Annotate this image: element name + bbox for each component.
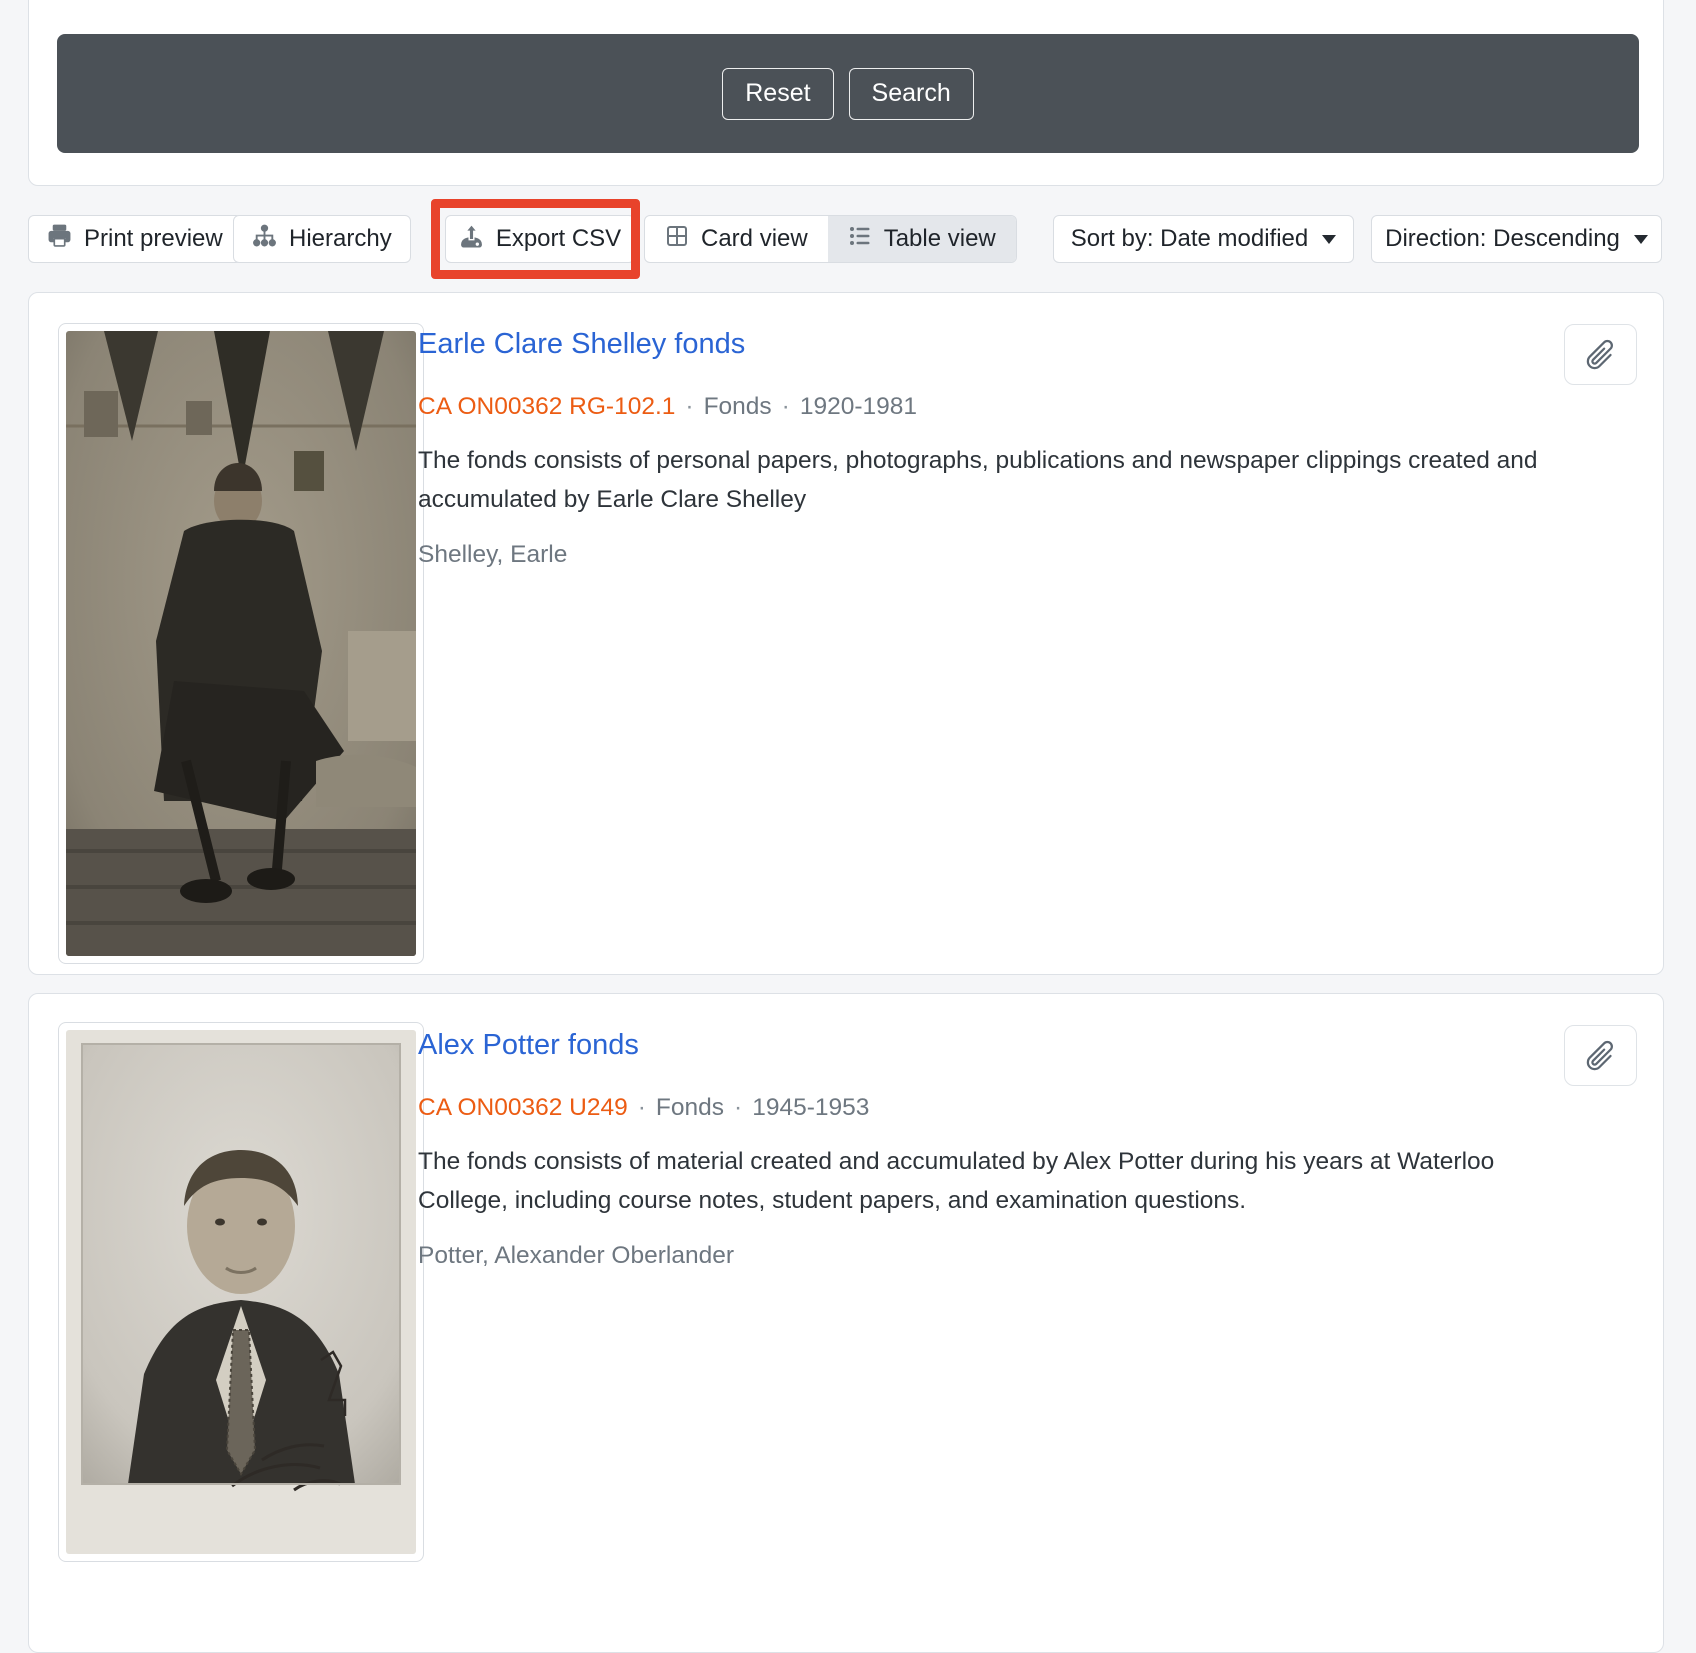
meta-separator: · [781,393,790,420]
result-meta-line: CA ON00362 U249 · Fonds · 1945-1953 [418,1092,869,1124]
print-preview-label: Print preview [84,225,223,252]
search-actions-bar: Reset Search [57,34,1639,153]
upload-icon [459,223,484,255]
export-csv-button[interactable]: Export CSV [445,215,635,263]
result-card-shelley: Earle Clare Shelley fonds CA ON00362 RG-… [28,292,1664,975]
dates: 1945-1953 [752,1094,870,1121]
paperclip-icon [1575,1030,1626,1081]
paperclip-icon [1575,329,1626,380]
direction-dropdown[interactable]: Direction: Descending [1371,215,1662,263]
table-view-icon [848,224,872,255]
dates: 1920-1981 [799,393,918,420]
result-creator[interactable]: Shelley, Earle [418,541,567,569]
meta-separator: · [685,393,694,420]
meta-separator: · [637,1094,646,1121]
attachment-button[interactable] [1564,324,1637,385]
attachment-button[interactable] [1564,1025,1637,1086]
card-view-button[interactable]: Card view [645,216,828,262]
result-description: The fonds consists of personal papers, p… [418,447,1538,513]
thumbnail-photo [66,1030,416,1554]
result-thumbnail[interactable] [58,323,424,964]
search-button[interactable]: Search [848,67,974,120]
caret-down-icon [1322,234,1337,244]
hierarchy-icon [252,223,277,255]
result-title-link[interactable]: Earle Clare Shelley fonds [418,323,745,365]
table-view-button[interactable]: Table view [827,216,1016,262]
reference-code[interactable]: CA ON00362 U249 [418,1094,628,1121]
card-view-label: Card view [701,225,808,252]
level-of-description: Fonds [655,1094,725,1121]
result-creator[interactable]: Potter, Alexander Oberlander [418,1242,734,1270]
print-preview-button[interactable]: Print preview [28,215,242,263]
result-card-potter: Alex Potter fonds CA ON00362 U249 · Fonds ·… [28,993,1664,1653]
export-csv-label: Export CSV [495,225,622,252]
result-title-link[interactable]: Alex Potter fonds [418,1024,639,1066]
hierarchy-label: Hierarchy [289,225,392,252]
meta-separator: · [734,1094,743,1121]
hierarchy-button[interactable]: Hierarchy [233,215,411,263]
table-view-label: Table view [883,225,996,252]
card-view-icon [665,224,689,255]
result-thumbnail[interactable] [58,1022,424,1562]
result-meta-line: CA ON00362 RG-102.1 · Fonds · 1920-1981 [418,391,917,423]
level-of-description: Fonds [703,393,772,420]
printer-icon [47,223,72,255]
sort-by-label: Sort by: Date modified [1070,225,1309,252]
sort-by-dropdown[interactable]: Sort by: Date modified [1053,215,1354,263]
reset-button[interactable]: Reset [722,67,834,120]
direction-label: Direction: Descending [1385,225,1620,252]
thumbnail-photo [66,331,416,956]
result-description: The fonds consists of material created a… [418,1148,1495,1214]
view-toggle-group: Card view Table view [644,215,1017,263]
search-panel: Reset Search [28,0,1664,186]
caret-down-icon [1633,234,1648,244]
reference-code[interactable]: CA ON00362 RG-102.1 [418,393,675,420]
